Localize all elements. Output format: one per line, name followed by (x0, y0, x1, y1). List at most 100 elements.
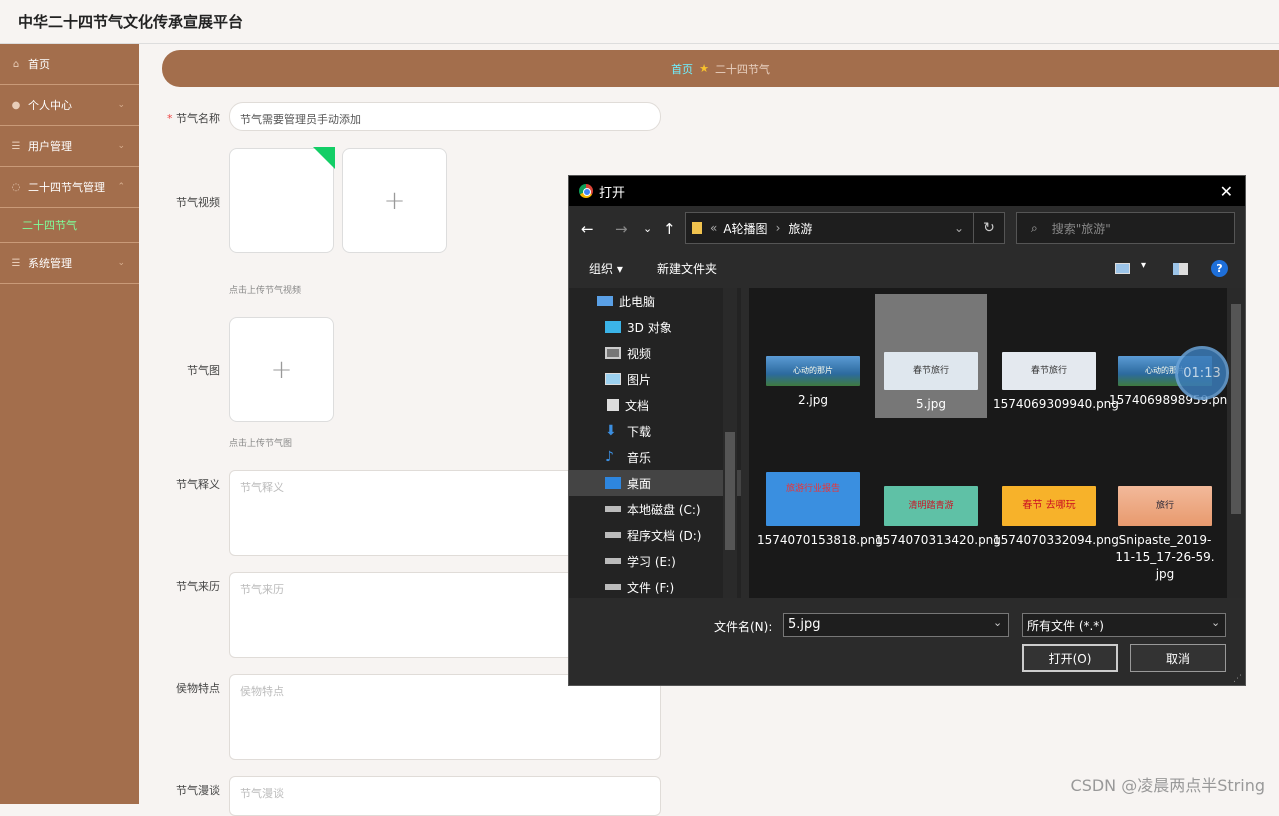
sidebar-item-users[interactable]: ☰ 用户管理 ⌄ (0, 126, 139, 167)
dialog-titlebar[interactable]: 打开 ✕ (569, 176, 1245, 206)
image-upload-button[interactable]: + (229, 317, 334, 422)
file-item[interactable]: 春节旅行 1574069309940.png (993, 294, 1119, 418)
sidebar-item-label: 系统管理 (28, 257, 72, 270)
file-scroll-thumb[interactable] (1231, 304, 1241, 514)
drive-icon (605, 558, 621, 564)
sidebar-item-personal[interactable]: ● 个人中心 ⌄ (0, 85, 139, 126)
user-icon: ● (11, 99, 21, 111)
drive-icon (605, 506, 621, 512)
sidebar-item-label: 首页 (28, 58, 50, 71)
resize-grip-icon[interactable]: ⋰ (1233, 674, 1242, 684)
dialog-title: 打开 (599, 185, 626, 201)
file-item[interactable]: 春节 去哪玩 1574070332094.png (993, 472, 1119, 549)
up-arrow-icon[interactable]: ↑ (663, 220, 676, 238)
organize-button[interactable]: 组织 ▾ (589, 260, 623, 277)
download-icon: ⬇ (605, 423, 617, 439)
tree-item-videos[interactable]: 视频 (569, 340, 741, 366)
breadcrumb-home[interactable]: 首页 (671, 61, 693, 77)
address-bar[interactable]: « A轮播图 › 旅游 ⌄ (685, 212, 1005, 244)
tree-item-drive-c[interactable]: 本地磁盘 (C:) (569, 496, 741, 522)
sidebar-subitem-label: 二十四节气 (22, 219, 77, 232)
video-label: 节气视频 (176, 196, 220, 209)
phenology-textarea[interactable]: 侯物特点 (229, 674, 661, 760)
view-dropdown-icon[interactable]: ▾ (1141, 260, 1146, 271)
back-arrow-icon[interactable]: ← (581, 220, 594, 238)
custom-textarea[interactable]: 节气漫谈 (229, 776, 661, 816)
chevron-down-icon[interactable]: ⌄ (954, 221, 964, 235)
chevron-down-icon[interactable]: ⌄ (993, 616, 1002, 629)
tree-scroll-thumb[interactable] (725, 432, 735, 550)
top-bar: 中华二十四节气文化传承宣展平台 (0, 0, 1279, 44)
tree-item-desktop[interactable]: 桌面 (569, 470, 741, 496)
sidebar: ⌂ 首页 ● 个人中心 ⌄ ☰ 用户管理 ⌄ ◌ 二十四节气管理 ⌃ 二十四节气… (0, 44, 139, 804)
file-list: 心动的那片 2.jpg 春节旅行 5.jpg 春节旅行 157406930994… (749, 288, 1245, 598)
navigation-tree: 此电脑 3D 对象 视频 图片 文档 ⬇ 下载 ♪ 音乐 桌面 本地磁盘 (C:… (569, 288, 741, 598)
file-item[interactable]: 心动的那片 2.jpg (757, 294, 869, 418)
tree-scrollbar[interactable] (723, 288, 737, 598)
breadcrumb: 首页 ★ 二十四节气 (162, 50, 1279, 87)
image-label: 节气图 (187, 364, 220, 377)
search-input[interactable]: ⌕ 搜索"旅游" (1016, 212, 1235, 244)
name-label: * 节气名称 (167, 112, 220, 125)
tree-item-drive-d[interactable]: 程序文档 (D:) (569, 522, 741, 548)
chevron-up-icon: ⌃ (117, 182, 125, 192)
forward-arrow-icon[interactable]: → (615, 220, 628, 238)
uploaded-badge-icon (313, 147, 335, 169)
file-item[interactable]: 旅游行业报告 1574070153818.png (757, 472, 883, 549)
sidebar-item-label: 二十四节气管理 (28, 181, 105, 194)
open-button[interactable]: 打开(O) (1022, 644, 1118, 672)
video-preview[interactable] (229, 147, 335, 253)
sidebar-subitem-solar-terms[interactable]: 二十四节气 (0, 208, 139, 243)
origin-label: 节气来历 (176, 580, 220, 593)
tree-item-downloads[interactable]: ⬇ 下载 (569, 418, 741, 444)
refresh-button[interactable]: ↻ (973, 212, 1005, 244)
path-parent[interactable]: A轮播图 (723, 220, 767, 237)
file-item-selected[interactable]: 春节旅行 5.jpg (875, 294, 987, 418)
close-icon[interactable]: ✕ (1220, 182, 1233, 201)
file-thumbnail: 清明踏青游 (884, 486, 978, 526)
file-item[interactable]: 旅行 Snipaste_2019-11-15_17-26-59.jpg (1109, 472, 1221, 583)
file-scrollbar[interactable] (1227, 288, 1245, 598)
file-item[interactable]: 清明踏青游 1574070313420.png (875, 472, 1001, 549)
desktop-icon (605, 477, 621, 489)
path-separator-icon: › (775, 221, 781, 235)
sidebar-item-solar-terms-admin[interactable]: ◌ 二十四节气管理 ⌃ (0, 167, 139, 208)
help-icon[interactable]: ? (1211, 260, 1228, 277)
path-current[interactable]: 旅游 (788, 220, 812, 237)
file-thumbnail: 春节旅行 (1002, 352, 1096, 390)
name-input[interactable]: 节气需要管理员手动添加 (229, 102, 661, 131)
sidebar-item-label: 个人中心 (28, 99, 72, 112)
video-upload-button[interactable]: + (342, 148, 447, 253)
recording-timer: 01:13 (1175, 346, 1229, 400)
document-icon (607, 399, 619, 411)
chevron-down-icon: ⌄ (117, 100, 125, 110)
file-open-dialog: 打开 ✕ ← → ⌄ ↑ « A轮播图 › 旅游 ⌄ ↻ ⌕ 搜索"旅游" 组织… (568, 175, 1246, 686)
chevron-down-icon[interactable]: ⌄ (1211, 616, 1220, 629)
cube-icon (605, 321, 621, 333)
tree-item-pictures[interactable]: 图片 (569, 366, 741, 392)
tree-item-music[interactable]: ♪ 音乐 (569, 444, 741, 470)
circle-icon: ◌ (11, 181, 21, 193)
tree-item-this-pc[interactable]: 此电脑 (569, 288, 741, 314)
file-thumbnail: 春节旅行 (884, 352, 978, 390)
image-hint: 点击上传节气图 (229, 439, 293, 449)
filename-input[interactable]: 5.jpg (783, 613, 1009, 637)
cancel-button[interactable]: 取消 (1130, 644, 1226, 672)
dialog-nav-row: ← → ⌄ ↑ « A轮播图 › 旅游 ⌄ ↻ ⌕ 搜索"旅游" (569, 212, 1247, 246)
new-folder-button[interactable]: 新建文件夹 (657, 260, 717, 277)
tree-item-drive-e[interactable]: 学习 (E:) (569, 548, 741, 574)
tree-item-3d[interactable]: 3D 对象 (569, 314, 741, 340)
chevron-down-icon: ⌄ (117, 141, 125, 151)
app-title: 中华二十四节气文化传承宣展平台 (18, 13, 244, 31)
sidebar-item-system[interactable]: ☰ 系统管理 ⌄ (0, 243, 139, 284)
preview-pane-icon[interactable] (1173, 263, 1188, 275)
recent-dropdown-icon[interactable]: ⌄ (643, 222, 652, 235)
path-overflow: « (710, 221, 718, 235)
view-mode-icon[interactable] (1115, 263, 1130, 274)
tree-item-documents[interactable]: 文档 (569, 392, 741, 418)
tree-item-drive-f[interactable]: 文件 (F:) (569, 574, 741, 598)
filename-label: 文件名(N): (714, 620, 773, 634)
sidebar-item-home[interactable]: ⌂ 首页 (0, 44, 139, 85)
file-thumbnail: 心动的那片 (766, 356, 860, 386)
file-type-select[interactable]: 所有文件 (*.*) (1022, 613, 1226, 637)
